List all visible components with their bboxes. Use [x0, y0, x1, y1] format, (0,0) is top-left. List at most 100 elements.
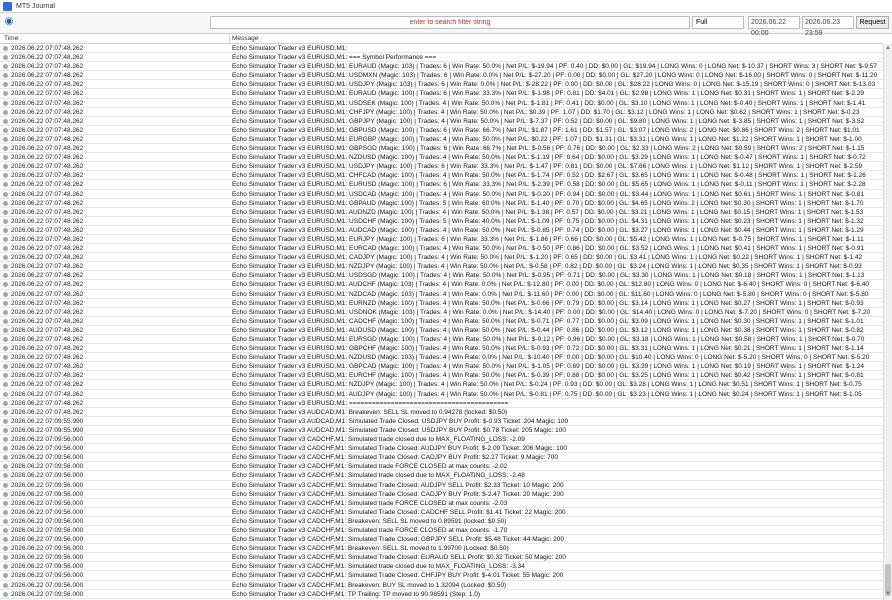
- table-row[interactable]: 2026.06.22 07:09:56.000 Echo Simulator Tr…: [0, 571, 883, 581]
- row-time: 2026.06.22 07:07:48.262: [11, 363, 84, 371]
- table-row[interactable]: 2026.06.22 07:09:56.000 Echo Simulator Tr…: [0, 481, 883, 490]
- table-row[interactable]: 2026.06.22 07:09:56.000 Echo Simulator Tr…: [0, 499, 883, 508]
- level-value: Full: [696, 19, 708, 26]
- table-row[interactable]: 2026.06.22 07:09:56.000 Echo Simulator Tr…: [0, 490, 883, 499]
- table-row[interactable]: 2026.06.22 07:09:56.000 Echo Simulator Tr…: [0, 581, 883, 590]
- table-row[interactable]: 2026.06.22 07:07:48.262 Echo Simulator Tr…: [0, 180, 883, 190]
- table-row[interactable]: 2026.06.22 07:09:55.990 Echo Simulator Tr…: [0, 417, 883, 426]
- table-row[interactable]: 2026.06.22 07:07:48.262 Echo Simulator Tr…: [0, 199, 883, 208]
- column-time[interactable]: Time: [4, 35, 18, 42]
- table-row[interactable]: 2026.06.22 07:07:48.262 Echo Simulator Tr…: [0, 226, 883, 235]
- column-divider[interactable]: [229, 34, 230, 43]
- info-dot-icon: [3, 318, 8, 324]
- table-row[interactable]: 2026.06.22 07:09:56.000 Echo Simulator Tr…: [0, 508, 883, 517]
- table-row[interactable]: 2026.06.22 07:07:48.262 Echo Simulator Tr…: [0, 262, 883, 272]
- table-row[interactable]: 2026.06.22 07:09:56.000 Echo Simulator Tr…: [0, 444, 883, 454]
- date-from-input[interactable]: 2026.06.22 00:00: [748, 16, 800, 37]
- table-row[interactable]: 2026.06.22 07:07:48.262 Echo Simulator Tr…: [0, 380, 883, 390]
- table-row[interactable]: 2026.06.22 07:09:56.000 Echo Simulator Tr…: [0, 471, 883, 481]
- table-row[interactable]: 2026.06.22 07:07:48.262 Echo Simulator Tr…: [0, 253, 883, 263]
- row-time: 2026.06.22 07:07:48.262: [11, 181, 84, 189]
- table-row[interactable]: 2026.06.22 07:07:48.262 Echo Simulator Tr…: [0, 62, 883, 72]
- table-row[interactable]: 2026.06.22 07:07:48.262 Echo Simulator Tr…: [0, 53, 883, 63]
- info-dot-icon: [3, 246, 8, 252]
- scroll-down-icon[interactable]: ▼: [885, 591, 891, 597]
- row-message: Echo Simulator Trader v3 EURUSD,M1: CHFJ…: [232, 108, 860, 116]
- table-row[interactable]: 2026.06.22 07:07:48.262 Echo Simulator Tr…: [0, 371, 883, 381]
- table-row[interactable]: 2026.06.22 07:07:48.262 Echo Simulator Tr…: [0, 190, 883, 199]
- table-row[interactable]: 2026.06.22 07:09:56.000 Echo Simulator Tr…: [0, 590, 883, 599]
- date-to-input[interactable]: 2026.06.23 23:59: [802, 16, 854, 37]
- table-row[interactable]: 2026.06.22 07:09:56.000 Echo Simulator Tr…: [0, 435, 883, 445]
- row-time: 2026.06.22 07:07:48.262: [11, 263, 84, 271]
- info-dot-icon: [3, 146, 8, 152]
- table-row[interactable]: 2026.06.22 07:09:56.000 Echo Simulator Tr…: [0, 553, 883, 563]
- table-row[interactable]: 2026.06.22 07:09:56.000 Echo Simulator Tr…: [0, 517, 883, 526]
- row-message: Echo Simulator Trader v3 EURUSD,M1: NZDU…: [232, 154, 866, 162]
- table-row[interactable]: 2026.06.22 07:09:56.000 Echo Simulator Tr…: [0, 462, 883, 472]
- info-dot-icon: [3, 591, 8, 597]
- table-row[interactable]: 2026.06.22 07:07:48.262 Echo Simulator Tr…: [0, 235, 883, 245]
- table-row[interactable]: 2026.06.22 07:07:48.262 Echo Simulator Tr…: [0, 108, 883, 117]
- table-row[interactable]: 2026.06.22 07:07:48.262 Echo Simulator Tr…: [0, 317, 883, 326]
- table-row[interactable]: 2026.06.22 07:07:48.262 Echo Simulator Tr…: [0, 71, 883, 81]
- table-row[interactable]: 2026.06.22 07:09:55.990 Echo Simulator Tr…: [0, 426, 883, 436]
- table-row[interactable]: 2026.06.22 07:07:48.262 Echo Simulator Tr…: [0, 144, 883, 154]
- row-message: Echo Simulator Trader v3 EURUSD,M1: CHFC…: [232, 172, 866, 180]
- row-time: 2026.06.22 07:09:56.000: [11, 436, 84, 444]
- table-row[interactable]: 2026.06.22 07:07:48.262 Echo Simulator Tr…: [0, 353, 883, 363]
- column-message[interactable]: Message: [232, 35, 258, 42]
- table-row[interactable]: 2026.06.22 07:07:48.262 Echo Simulator Tr…: [0, 244, 883, 254]
- row-time: 2026.06.22 07:07:48.262: [11, 317, 84, 325]
- row-message: Echo Simulator Trader v3 CADCHF,M1: Brea…: [232, 517, 507, 525]
- table-row[interactable]: 2026.06.22 07:07:48.262 Echo Simulator Tr…: [0, 171, 883, 181]
- table-row[interactable]: 2026.06.22 07:07:48.262 Echo Simulator Tr…: [0, 299, 883, 308]
- table-row[interactable]: 2026.06.22 07:07:48.262 Echo Simulator Tr…: [0, 126, 883, 135]
- row-time: 2026.06.22 07:09:56.000: [11, 463, 84, 471]
- table-row[interactable]: 2026.06.22 07:07:48.262 Echo Simulator Tr…: [0, 308, 883, 317]
- info-dot-icon: [3, 218, 8, 224]
- table-row[interactable]: 2026.06.22 07:07:48.262 Echo Simulator Tr…: [0, 44, 883, 54]
- table-row[interactable]: 2026.06.22 07:07:48.262 Echo Simulator Tr…: [0, 99, 883, 108]
- table-row[interactable]: 2026.06.22 07:07:48.262 Echo Simulator Tr…: [0, 162, 883, 172]
- row-time: 2026.06.22 07:09:56.000: [11, 526, 84, 534]
- row-time: 2026.06.22 07:09:56.000: [11, 536, 84, 544]
- table-row[interactable]: 2026.06.22 07:07:48.262 Echo Simulator Tr…: [0, 135, 883, 145]
- level-select[interactable]: Full: [692, 16, 744, 29]
- row-message: Echo Simulator Trader v3 CADCHF,M1: Brea…: [232, 581, 507, 589]
- table-row[interactable]: 2026.06.22 07:09:56.000 Echo Simulator Tr…: [0, 562, 883, 572]
- row-message: Echo Simulator Trader v3 EURUSD,M1: ====…: [232, 399, 509, 407]
- info-dot-icon: [3, 391, 8, 397]
- table-row[interactable]: 2026.06.22 07:07:48.262 Echo Simulator Tr…: [0, 89, 883, 99]
- request-button[interactable]: Request: [856, 16, 889, 29]
- search-input[interactable]: [210, 16, 690, 29]
- table-row[interactable]: 2026.06.22 07:07:48.262 Echo Simulator Tr…: [0, 153, 883, 163]
- table-row[interactable]: 2026.06.22 07:07:48.262 Echo Simulator Tr…: [0, 344, 883, 354]
- table-row[interactable]: 2026.06.22 07:07:48.262 Echo Simulator Tr…: [0, 326, 883, 335]
- row-time: 2026.06.22 07:09:56.000: [11, 545, 84, 553]
- binoculars-icon[interactable]: ◉: [3, 16, 15, 28]
- table-row[interactable]: 2026.06.22 07:07:48.262 Echo Simulator Tr…: [0, 117, 883, 126]
- table-row[interactable]: 2026.06.22 07:07:48.262 Echo Simulator Tr…: [0, 271, 883, 281]
- scroll-up-icon[interactable]: ▲: [885, 45, 891, 51]
- table-row[interactable]: 2026.06.22 07:07:48.262 Echo Simulator Tr…: [0, 280, 883, 290]
- table-row[interactable]: 2026.06.22 07:09:56.000 Echo Simulator Tr…: [0, 526, 883, 536]
- table-row[interactable]: 2026.06.22 07:09:56.000 Echo Simulator Tr…: [0, 535, 883, 545]
- table-row[interactable]: 2026.06.22 07:07:48.262 Echo Simulator Tr…: [0, 208, 883, 217]
- info-dot-icon: [3, 464, 8, 470]
- table-row[interactable]: 2026.06.22 07:09:56.000 Echo Simulator Tr…: [0, 544, 883, 554]
- table-row[interactable]: 2026.06.22 07:07:48.262 Echo Simulator Tr…: [0, 399, 883, 408]
- table-row[interactable]: 2026.06.22 07:07:48.262 Echo Simulator Tr…: [0, 335, 883, 345]
- table-row[interactable]: 2026.06.22 07:07:48.262 Echo Simulator Tr…: [0, 390, 883, 399]
- table-row[interactable]: 2026.06.22 07:07:48.262 Echo Simulator Tr…: [0, 217, 883, 226]
- row-message: Echo Simulator Trader v3 EURUSD,M1: AUDU…: [232, 326, 864, 334]
- table-row[interactable]: 2026.06.22 07:09:56.000 Echo Simulator Tr…: [0, 453, 883, 463]
- table-row[interactable]: 2026.06.22 07:07:48.262 Echo Simulator Tr…: [0, 362, 883, 372]
- row-time: 2026.06.22 07:07:48.262: [11, 108, 84, 116]
- table-row[interactable]: 2026.06.22 07:07:48.262 Echo Simulator Tr…: [0, 80, 883, 90]
- info-dot-icon: [3, 382, 8, 388]
- row-time: 2026.06.22 07:07:48.262: [11, 345, 84, 353]
- table-row[interactable]: 2026.06.22 07:07:48.262 Echo Simulator Tr…: [0, 290, 883, 299]
- table-row[interactable]: 2026.06.22 07:07:48.262 Echo Simulator Tr…: [0, 408, 883, 417]
- vertical-scrollbar[interactable]: ▲ ▼: [883, 44, 892, 600]
